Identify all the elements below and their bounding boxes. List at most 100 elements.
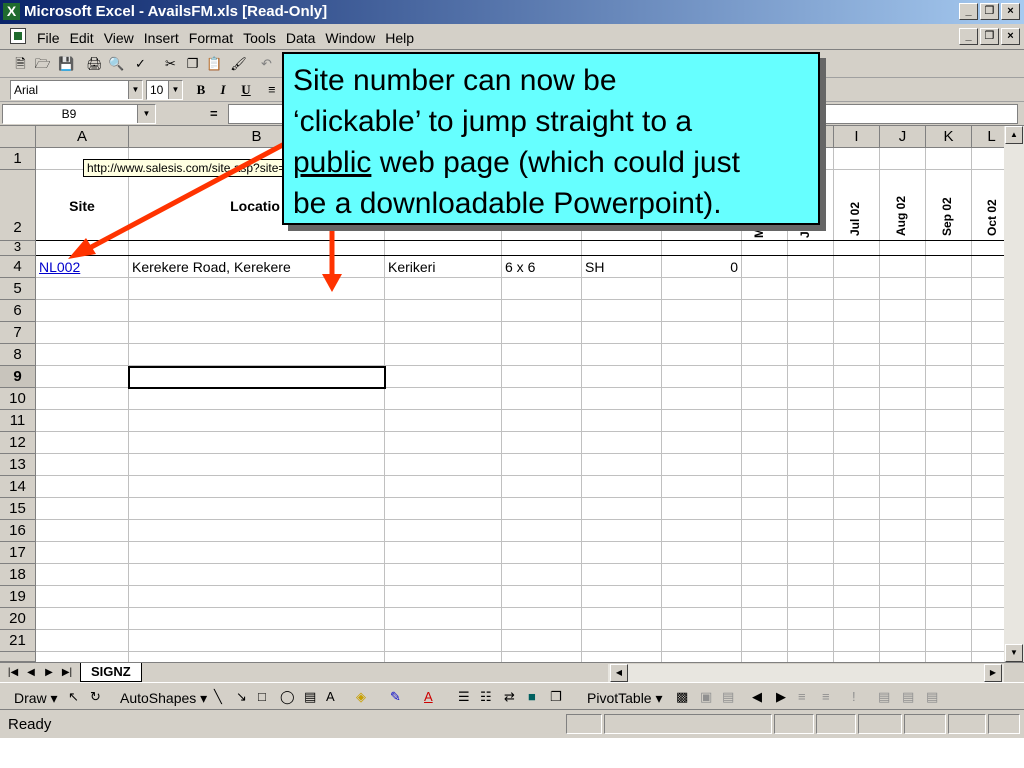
line-icon[interactable]: ╲	[214, 689, 222, 705]
pivot-chart-icon[interactable]: ▤	[722, 689, 734, 705]
cell-value[interactable]: 0	[662, 256, 741, 278]
copy-icon[interactable]: ❐	[184, 55, 201, 72]
selected-cell-b9[interactable]	[128, 366, 386, 389]
row-header[interactable]: 4	[0, 256, 36, 278]
row-header[interactable]: 19	[0, 586, 36, 608]
menu-help[interactable]: Help	[385, 30, 414, 46]
first-sheet-icon[interactable]: |◀	[4, 664, 22, 682]
line-color-icon[interactable]: ✎	[390, 689, 401, 705]
text-box-icon[interactable]: ▤	[304, 689, 316, 705]
row-header-selected[interactable]: 9	[0, 366, 36, 388]
menu-data[interactable]: Data	[286, 30, 316, 46]
underline-button[interactable]: U	[236, 81, 256, 99]
last-sheet-icon[interactable]: ▶|	[58, 664, 76, 682]
show-detail-icon[interactable]: ≡	[822, 689, 830, 704]
select-objects-icon[interactable]: ↖	[68, 689, 79, 705]
menu-tools[interactable]: Tools	[243, 30, 276, 46]
field-list-icon[interactable]: ▤	[902, 689, 914, 705]
print-preview-icon[interactable]: 🔍	[108, 55, 125, 72]
spelling-icon[interactable]: ✓	[132, 55, 149, 72]
free-rotate-icon[interactable]: ↻	[90, 689, 101, 705]
print-icon[interactable]: 🖨	[86, 55, 103, 72]
refresh-data-icon[interactable]: !	[852, 689, 856, 704]
scroll-right-icon[interactable]: ▶	[984, 664, 1002, 682]
cell-size[interactable]: 6 x 6	[502, 256, 581, 278]
open-folder-icon[interactable]: 🗁	[34, 55, 51, 72]
close-button[interactable]: ×	[1001, 3, 1020, 20]
group-icon[interactable]: ▶	[776, 689, 786, 705]
fill-color-icon[interactable]: ◈	[356, 689, 366, 705]
row-header[interactable]: 7	[0, 322, 36, 344]
horizontal-scrollbar[interactable]: ◀ ▶	[608, 664, 1004, 682]
restore-button[interactable]: ❐	[980, 3, 999, 20]
italic-button[interactable]: I	[213, 81, 233, 99]
row-header[interactable]: 15	[0, 498, 36, 520]
3d-icon[interactable]: ❐	[550, 689, 562, 705]
align-left-icon[interactable]: ≡	[262, 81, 282, 99]
row-header[interactable]: 10	[0, 388, 36, 410]
bold-button[interactable]: B	[191, 81, 211, 99]
row-header[interactable]	[0, 652, 36, 662]
row-header[interactable]: 12	[0, 432, 36, 454]
wordart-icon[interactable]: A	[326, 689, 335, 704]
row-header[interactable]: 3	[0, 240, 36, 256]
doc-restore-button[interactable]: ❐	[980, 28, 999, 45]
name-box[interactable]: B9 ▼	[2, 104, 156, 124]
arrow-icon[interactable]: ↘	[236, 689, 247, 705]
autoshapes-menu-button[interactable]: AutoShapes ▾	[120, 690, 207, 707]
scroll-down-icon[interactable]: ▼	[1005, 644, 1023, 662]
doc-minimize-button[interactable]: _	[959, 28, 978, 45]
row-header[interactable]: 14	[0, 476, 36, 498]
new-document-icon[interactable]: 🗎	[12, 55, 29, 72]
row-header[interactable]: 5	[0, 278, 36, 300]
cut-icon[interactable]: ✂	[162, 55, 179, 72]
column-header-a[interactable]: A	[36, 126, 129, 148]
pivot-format-icon[interactable]: ▣	[700, 689, 712, 705]
format-painter-icon[interactable]: 🖌	[230, 55, 247, 72]
oval-icon[interactable]: ◯	[280, 689, 295, 705]
menu-insert[interactable]: Insert	[144, 30, 179, 46]
font-size-select[interactable]: 10 ▼	[146, 80, 183, 100]
cell-location[interactable]: Kerekere Road, Kerekere	[129, 256, 385, 278]
ungroup-icon[interactable]: ◀	[752, 689, 762, 705]
site-hyperlink[interactable]: NL002	[36, 256, 128, 278]
doc-close-button[interactable]: ×	[1001, 28, 1020, 45]
row-header[interactable]: 17	[0, 542, 36, 564]
menu-edit[interactable]: Edit	[70, 30, 94, 46]
scroll-up-icon[interactable]: ▲	[1005, 126, 1023, 144]
sheet-tab-signz[interactable]: SIGNZ	[80, 663, 142, 682]
table-options-icon[interactable]: ▤	[926, 689, 938, 705]
row-header[interactable]: 11	[0, 410, 36, 432]
pivot-wizard-icon[interactable]: ▩	[676, 689, 688, 705]
column-header-i[interactable]: I	[834, 126, 880, 148]
minimize-button[interactable]: _	[959, 3, 978, 20]
row-header[interactable]: 16	[0, 520, 36, 542]
workbook-icon[interactable]	[10, 28, 26, 44]
row-header[interactable]: 13	[0, 454, 36, 476]
font-color-icon[interactable]: A	[424, 689, 433, 704]
hide-detail-icon[interactable]: ≡	[798, 689, 806, 704]
menu-view[interactable]: View	[104, 30, 134, 46]
paste-icon[interactable]: 📋	[206, 55, 223, 72]
rectangle-icon[interactable]: □	[258, 689, 266, 704]
menu-format[interactable]: Format	[189, 30, 233, 46]
column-header-k[interactable]: K	[926, 126, 972, 148]
column-header-j[interactable]: J	[880, 126, 926, 148]
menu-window[interactable]: Window	[325, 30, 375, 46]
cell-town[interactable]: Kerikeri	[385, 256, 501, 278]
arrow-style-icon[interactable]: ⇄	[504, 689, 515, 705]
shadow-icon[interactable]: ■	[528, 689, 536, 704]
field-settings-icon[interactable]: ▤	[878, 689, 890, 705]
dash-style-icon[interactable]: ☷	[480, 689, 492, 705]
edit-formula-button[interactable]: =	[210, 106, 218, 121]
row-header[interactable]: 1	[0, 148, 36, 170]
row-header[interactable]: 18	[0, 564, 36, 586]
font-name-select[interactable]: Arial ▼	[10, 80, 143, 100]
vertical-scrollbar[interactable]: ▲ ▼	[1004, 126, 1024, 662]
next-sheet-icon[interactable]: ▶	[40, 664, 58, 682]
cell-type[interactable]: SH	[582, 256, 661, 278]
save-icon[interactable]: 💾	[58, 55, 75, 72]
row-header[interactable]: 8	[0, 344, 36, 366]
row-header[interactable]: 6	[0, 300, 36, 322]
line-style-icon[interactable]: ☰	[458, 689, 470, 705]
